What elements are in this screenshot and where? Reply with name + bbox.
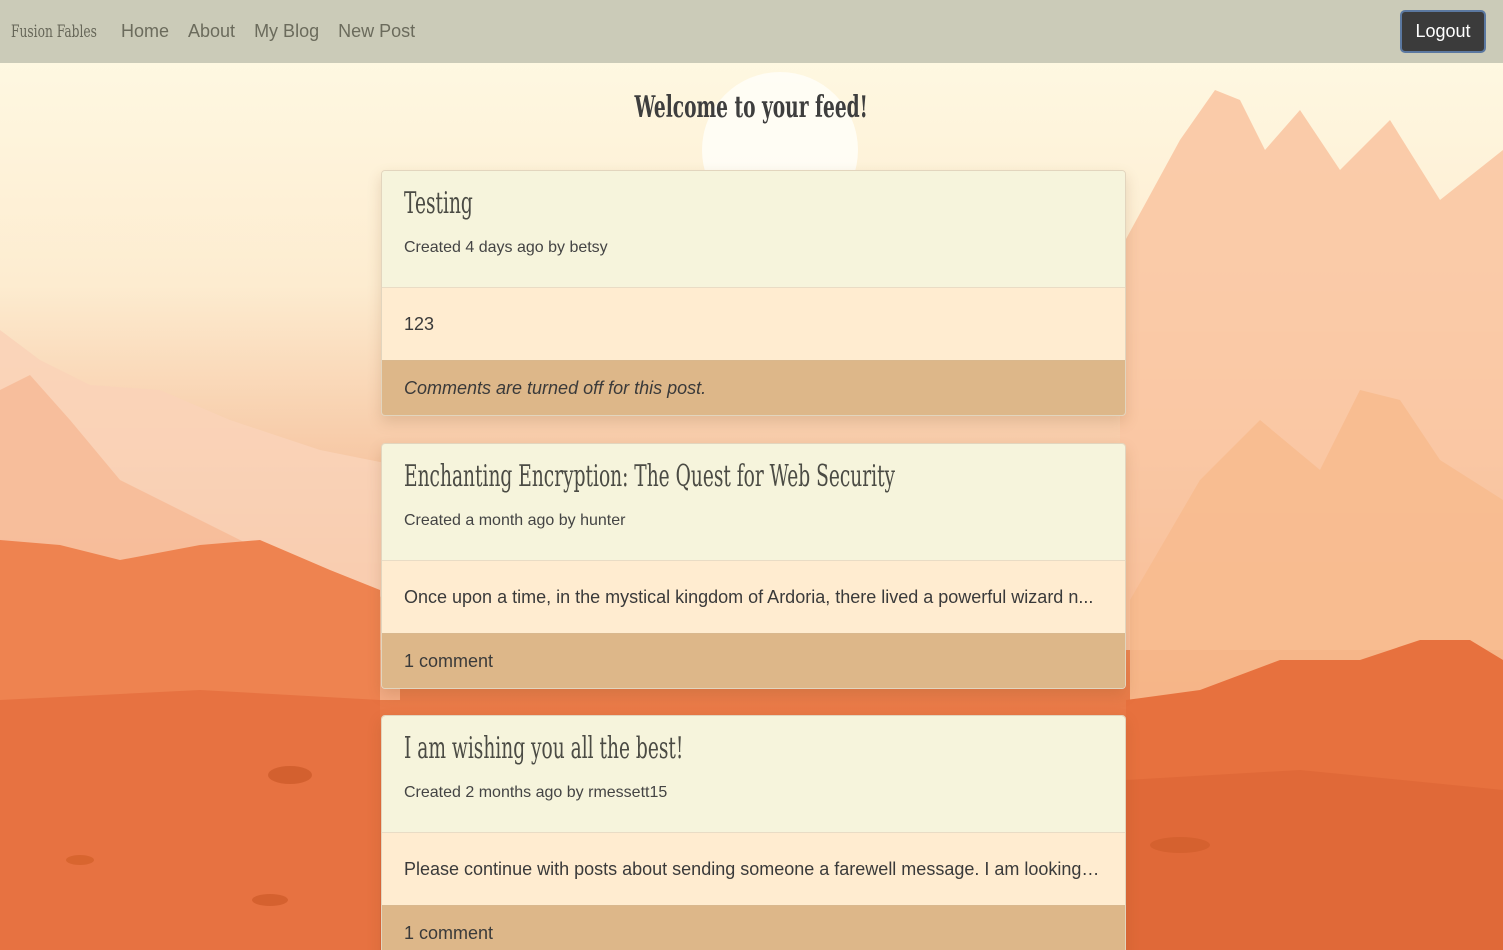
post-title[interactable]: I am wishing you all the best! — [404, 730, 1097, 768]
post-card: Testing Created 4 days ago by betsy 123 … — [381, 170, 1126, 416]
post-excerpt: 123 — [382, 288, 1125, 361]
post-excerpt-text: 123 — [404, 313, 435, 334]
logout-button[interactable]: Logout — [1400, 10, 1486, 53]
top-navbar: Fusion Fables Home About My Blog New Pos… — [0, 0, 1503, 63]
post-comments-link[interactable]: 1 comment — [382, 906, 1125, 950]
feed-title: Welcome to your feed! — [0, 90, 1503, 125]
post-comments-status: Comments are turned off for this post. — [382, 361, 1125, 415]
nav-links: Home About My Blog New Post — [121, 21, 434, 42]
post-title[interactable]: Testing — [404, 185, 1097, 223]
post-card-header: Testing Created 4 days ago by betsy — [382, 171, 1125, 288]
post-card: Enchanting Encryption: The Quest for Web… — [381, 443, 1126, 689]
post-card: I am wishing you all the best! Created 2… — [381, 715, 1126, 950]
post-comments-link[interactable]: 1 comment — [382, 634, 1125, 688]
brand-logo[interactable]: Fusion Fables — [11, 22, 97, 42]
nav-link-about[interactable]: About — [188, 21, 235, 42]
post-meta: Created 2 months ago by rmessett15 — [404, 784, 668, 801]
nav-link-home[interactable]: Home — [121, 21, 169, 42]
feed-title-text: Welcome to your feed! — [634, 90, 869, 125]
nav-link-my-blog[interactable]: My Blog — [254, 21, 319, 42]
post-card-header: I am wishing you all the best! Created 2… — [382, 716, 1125, 833]
nav-link-new-post[interactable]: New Post — [338, 21, 415, 42]
post-excerpt: Once upon a time, in the mystical kingdo… — [382, 561, 1125, 634]
post-excerpt-text: Please continue with posts about sending… — [404, 858, 1103, 879]
post-meta: Created a month ago by hunter — [404, 512, 626, 529]
post-excerpt-text: Once upon a time, in the mystical kingdo… — [404, 586, 1094, 607]
post-excerpt: Please continue with posts about sending… — [382, 833, 1125, 906]
post-meta: Created 4 days ago by betsy — [404, 239, 608, 256]
post-title[interactable]: Enchanting Encryption: The Quest for Web… — [404, 458, 1097, 496]
post-card-header: Enchanting Encryption: The Quest for Web… — [382, 444, 1125, 561]
